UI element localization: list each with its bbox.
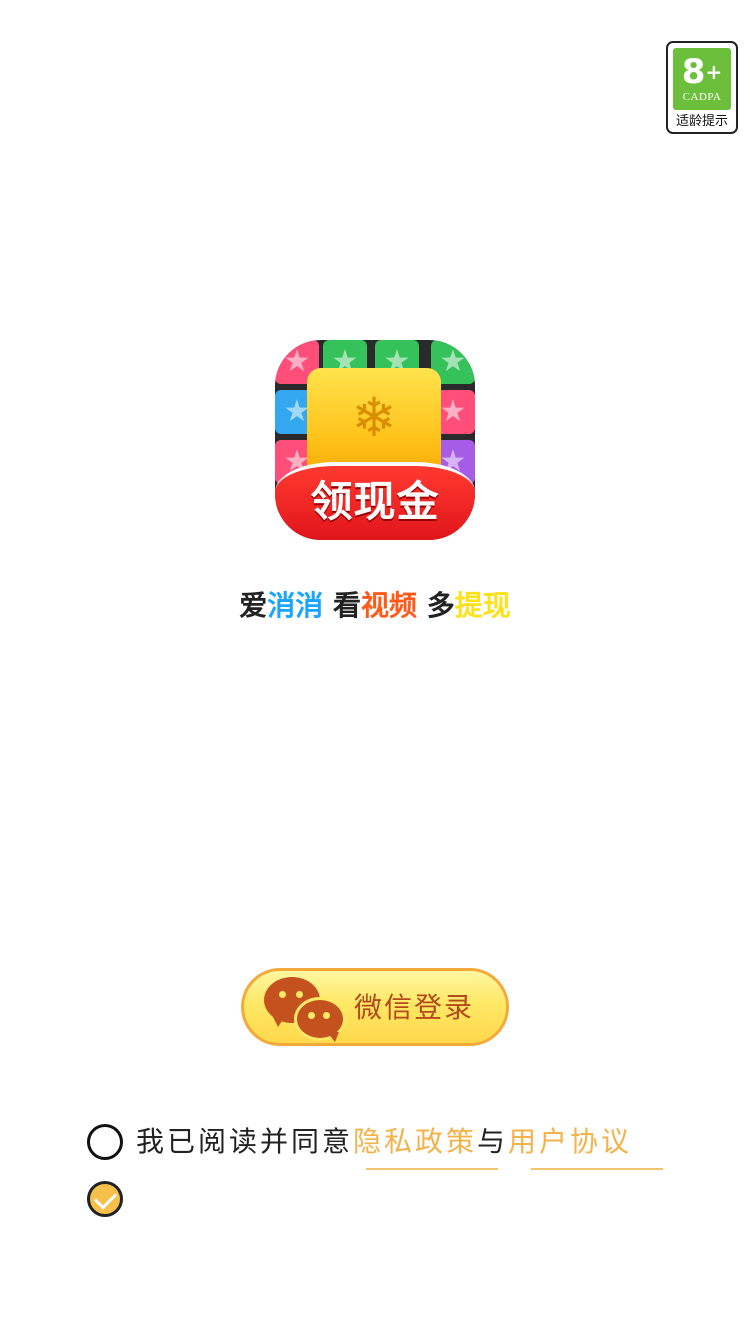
agree-checkbox-checked[interactable] (87, 1181, 123, 1217)
slogan-highlight: 视频 (361, 589, 418, 622)
slogan: 爱消消 看视频 多提现 (0, 586, 750, 626)
wechat-login-label: 微信登录 (354, 991, 475, 1024)
age-rating-background: 8+ CADPA (673, 48, 731, 110)
age-rating-badge: 8+ CADPA 适龄提示 (666, 41, 738, 134)
wechat-login-button[interactable]: 微信登录 (241, 968, 509, 1046)
slogan-part: 爱 (239, 589, 268, 622)
user-agreement-underline (531, 1168, 663, 1170)
logo-banner-text: 领现金 (310, 477, 440, 526)
privacy-policy-underline (366, 1168, 498, 1170)
logo-banner: 领现金 (275, 462, 475, 540)
slogan-part: 多 (417, 589, 455, 622)
user-agreement-link[interactable]: 用户协议 (508, 1125, 632, 1158)
age-rating-number: 8+ (681, 52, 723, 92)
slogan-highlight: 消消 (267, 589, 324, 622)
checkmark-icon (93, 1186, 118, 1210)
age-rating-tip: 适龄提示 (675, 114, 728, 129)
snowflake-icon: ❄ (351, 386, 397, 449)
slogan-highlight: 提现 (454, 589, 511, 622)
agree-checkbox[interactable] (87, 1124, 123, 1160)
agreement-text: 我已阅读并同意隐私政策与用户协议 (136, 1122, 632, 1162)
age-rating-org: CADPA (682, 91, 722, 103)
wechat-icon-small-bubble (294, 997, 346, 1042)
agreement-prefix: 我已阅读并同意 (136, 1125, 354, 1158)
slogan-part: 看 (323, 589, 361, 622)
privacy-policy-link[interactable]: 隐私政策 (353, 1125, 477, 1158)
app-logo: ★ ★ ★ ★ ★ ★ ★ ★ ❄ 领现金 (275, 340, 475, 540)
agreement-and: 与 (477, 1125, 509, 1158)
